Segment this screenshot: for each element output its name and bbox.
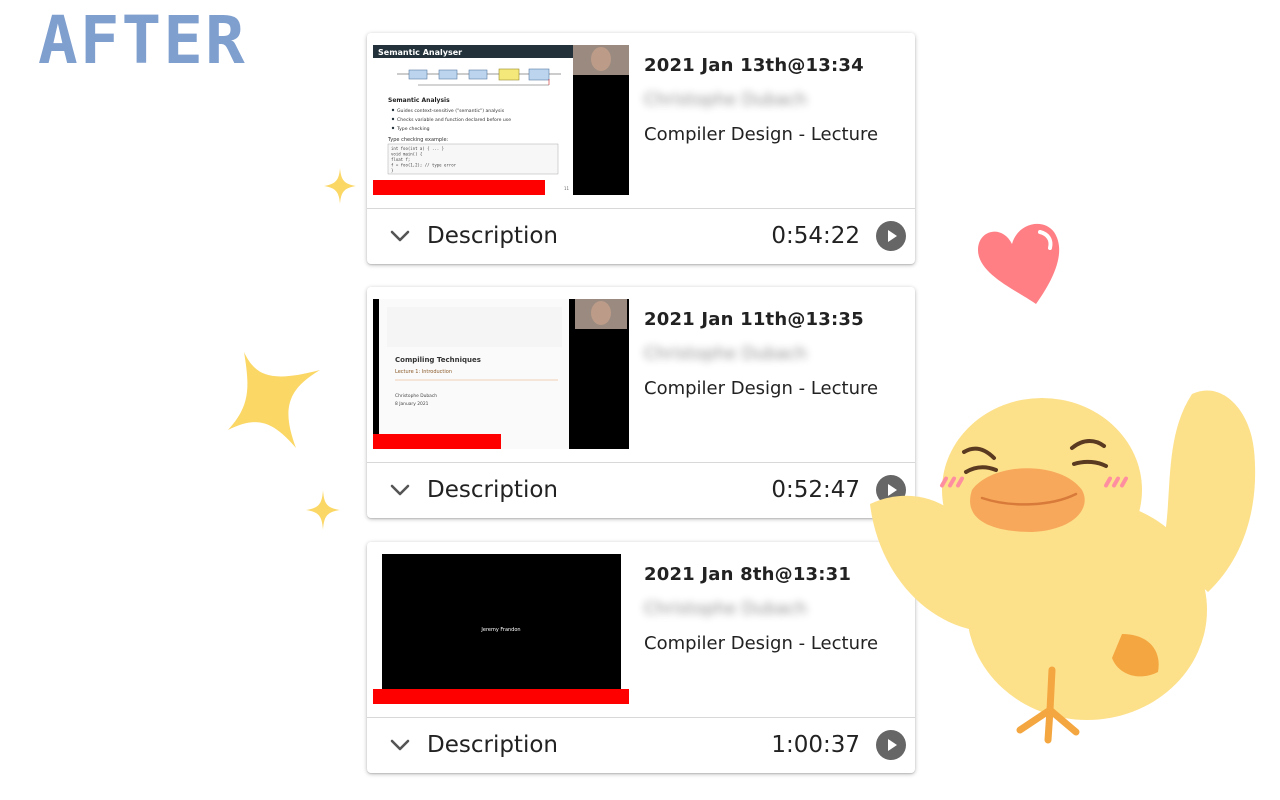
card-header[interactable]: Jeremy Frandon 2021 Jan 8th@13:31 Christ… [367, 542, 915, 717]
video-duration: 0:54:22 [771, 223, 860, 249]
course-title: Compiler Design - Lecture [644, 633, 879, 654]
slide-page-number: 11 [564, 186, 570, 191]
slide-code-line: } [391, 168, 393, 173]
after-title: AFTER [38, 2, 247, 79]
slide-title: Compiling Techniques [395, 356, 481, 364]
lecture-date: 2021 Jan 11th@13:35 [644, 309, 864, 330]
video-duration: 1:00:37 [771, 732, 860, 758]
course-title: Compiler Design - Lecture [644, 378, 879, 399]
slide-code-caption: Type checking example: [387, 137, 449, 143]
video-card: Compiling Techniques Lecture 1: Introduc… [367, 287, 915, 518]
video-thumbnail[interactable]: Jeremy Frandon [373, 554, 629, 704]
watch-progress-bar [373, 689, 629, 704]
description-label[interactable]: Description [427, 732, 558, 758]
slide-preview: Compiling Techniques Lecture 1: Introduc… [373, 299, 629, 449]
description-toggle[interactable]: Description 0:52:47 [367, 463, 915, 518]
slide-code-line: float f; [391, 157, 410, 162]
sparkle-icon [324, 168, 356, 204]
lecture-date: 2021 Jan 13th@13:34 [644, 55, 864, 76]
slide-author: Christophe Dubach [395, 393, 437, 399]
video-thumbnail[interactable]: Compiling Techniques Lecture 1: Introduc… [373, 299, 629, 449]
slide-code-line: void main() { [391, 152, 422, 157]
watch-progress-bar [373, 434, 501, 449]
card-header[interactable]: Compiling Techniques Lecture 1: Introduc… [367, 287, 915, 462]
chevron-down-icon[interactable] [389, 480, 411, 500]
slide-date: 8 January 2021 [395, 401, 429, 407]
presenter-name: Christophe Dubach [644, 90, 807, 110]
chevron-down-icon[interactable] [389, 226, 411, 246]
description-label[interactable]: Description [427, 477, 558, 503]
duck-mascot [870, 390, 1256, 744]
slide-bullet: Type checking [396, 126, 430, 132]
heart-icon [978, 223, 1060, 304]
slide-bullet: Checks variable and function declared be… [397, 117, 511, 123]
slide-heading: Semantic Analysis [388, 97, 450, 104]
watch-progress-bar [373, 180, 545, 195]
slide-subtitle: Lecture 1: Introduction [395, 369, 452, 375]
video-thumbnail[interactable]: Semantic Analyser Semantic Analysis Guid… [373, 45, 629, 195]
video-duration: 0:52:47 [771, 477, 860, 503]
slide-bullet: Guides context-sensitive ("semantic") an… [397, 108, 505, 114]
slide-code-line: int foo(int a) { ... } [391, 146, 444, 151]
video-card: Jeremy Frandon 2021 Jan 8th@13:31 Christ… [367, 542, 915, 773]
video-card: Semantic Analyser Semantic Analysis Guid… [367, 33, 915, 264]
sparkle-icon [306, 490, 340, 530]
sparkle-icon [228, 352, 320, 448]
description-toggle[interactable]: Description 0:54:22 [367, 209, 915, 264]
description-toggle[interactable]: Description 1:00:37 [367, 718, 915, 773]
slide-code-line: f = foo(1,2); // type error [391, 163, 457, 168]
participant-name: Jeremy Frandon [480, 627, 520, 633]
course-title: Compiler Design - Lecture [644, 124, 879, 145]
card-header[interactable]: Semantic Analyser Semantic Analysis Guid… [367, 33, 915, 208]
presenter-name: Christophe Dubach [644, 344, 807, 364]
slide-preview: Semantic Analyser Semantic Analysis Guid… [373, 45, 629, 195]
play-circle-icon[interactable] [876, 221, 906, 251]
slide-title: Semantic Analyser [378, 48, 462, 57]
chevron-down-icon[interactable] [389, 735, 411, 755]
slide-preview: Jeremy Frandon [373, 554, 629, 704]
lecture-date: 2021 Jan 8th@13:31 [644, 564, 852, 585]
presenter-name: Christophe Dubach [644, 599, 807, 619]
description-label[interactable]: Description [427, 223, 558, 249]
